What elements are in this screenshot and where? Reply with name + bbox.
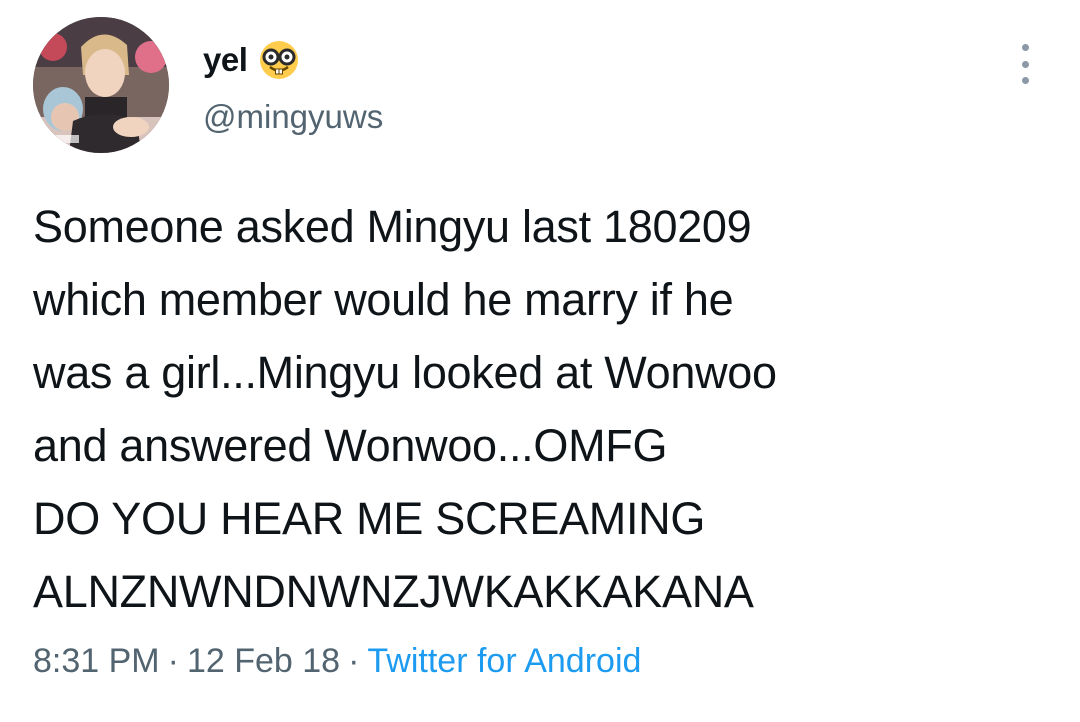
tweet-metadata: 8:31 PM · 12 Feb 18 · Twitter for Android: [33, 642, 641, 681]
author-name-row[interactable]: yel: [203, 38, 301, 82]
meta-separator: ·: [348, 642, 360, 680]
tweet-source-link[interactable]: Twitter for Android: [367, 642, 641, 680]
tweet-text-line: ALNZNWNDNWNZJWKAKKAKANA: [33, 566, 754, 617]
tweet-text-line: which member would he marry if he: [33, 274, 734, 325]
display-name[interactable]: yel: [203, 41, 248, 79]
nerd-face-icon: [260, 41, 299, 79]
tweet-text-line: Someone asked Mingyu last 180209: [33, 201, 752, 252]
tweet-text-line: DO YOU HEAR ME SCREAMING: [33, 493, 706, 544]
more-options-icon[interactable]: [1010, 44, 1040, 84]
tweet-text-line: and answered Wonwoo...OMFG: [33, 420, 668, 471]
tweet-date[interactable]: 12 Feb 18: [187, 642, 340, 680]
tweet-time[interactable]: 8:31 PM: [33, 642, 160, 680]
tweet-text-line: was a girl...Mingyu looked at Wonwoo: [33, 347, 777, 398]
avatar[interactable]: [33, 17, 169, 153]
meta-separator: ·: [167, 642, 179, 680]
tweet-card: yel @mingyuws Someone asked Mingyu last …: [0, 0, 1080, 722]
user-handle[interactable]: @mingyuws: [203, 98, 383, 136]
tweet-text: Someone asked Mingyu last 180209 which m…: [33, 190, 1053, 628]
